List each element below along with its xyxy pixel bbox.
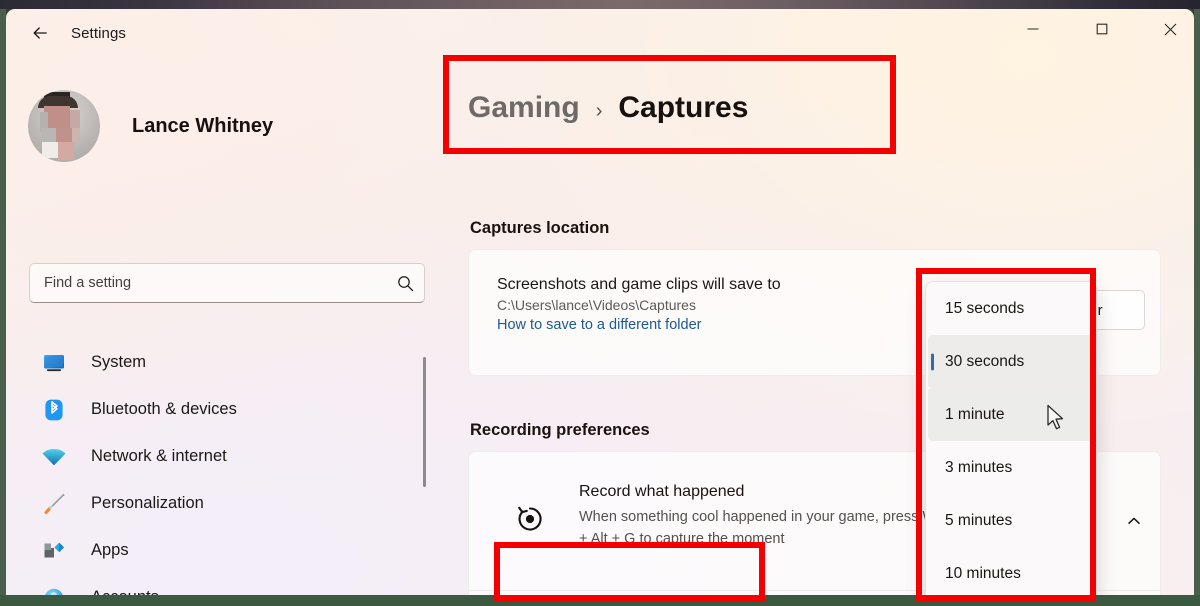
breadcrumb-parent-gaming[interactable]: Gaming xyxy=(468,91,580,125)
dropdown-option-label: 5 minutes xyxy=(945,511,1013,529)
sidebar: Lance Whitney Find a setting System Blue… xyxy=(6,57,430,595)
network-wifi-icon xyxy=(41,444,67,470)
sidebar-nav-list: System Bluetooth & devices Network & int… xyxy=(29,339,425,595)
close-button[interactable] xyxy=(1147,9,1194,49)
record-what-happened-title: Record what happened xyxy=(579,483,745,500)
sidebar-item-system[interactable]: System xyxy=(29,339,425,386)
breadcrumb-current-captures: Captures xyxy=(618,91,749,124)
bluetooth-icon xyxy=(41,397,67,423)
apps-icon xyxy=(41,538,67,564)
minimize-icon xyxy=(1026,28,1039,30)
chevron-up-icon xyxy=(1128,517,1140,524)
account-row[interactable]: Lance Whitney xyxy=(28,83,388,169)
duration-dropdown-list[interactable]: 15 seconds 30 seconds 1 minute 3 minutes… xyxy=(925,281,1097,595)
sidebar-item-label: Personalization xyxy=(91,494,204,512)
sidebar-item-label: System xyxy=(91,353,147,371)
sidebar-item-network-internet[interactable]: Network & internet xyxy=(29,433,425,480)
account-name: Lance Whitney xyxy=(132,114,274,137)
sidebar-item-personalization[interactable]: Personalization xyxy=(29,480,425,527)
sidebar-item-label: Apps xyxy=(91,541,129,559)
breadcrumb: Gaming › Captures xyxy=(468,91,748,125)
dropdown-option-1-minute[interactable]: 1 minute xyxy=(928,388,1094,441)
dropdown-option-label: 1 minute xyxy=(945,405,1005,423)
selection-indicator xyxy=(931,353,934,370)
avatar xyxy=(28,90,100,162)
captures-location-path: C:\Users\lance\Videos\Captures xyxy=(497,297,696,313)
close-icon xyxy=(1164,23,1177,35)
record-what-happened-expand-button[interactable] xyxy=(1117,504,1151,538)
minimize-button[interactable] xyxy=(1009,9,1056,49)
dropdown-option-15-seconds[interactable]: 15 seconds xyxy=(928,282,1094,335)
dropdown-option-label: 3 minutes xyxy=(945,458,1013,476)
maximize-button[interactable] xyxy=(1078,9,1125,49)
back-arrow-icon xyxy=(33,27,47,39)
settings-window: Settings Lance Whitney Find a setting Sy… xyxy=(6,9,1194,595)
search-icon xyxy=(397,275,413,291)
desktop-wallpaper-top xyxy=(0,0,1200,9)
search-input[interactable] xyxy=(30,275,386,291)
section-title-captures-location: Captures location xyxy=(470,219,610,237)
section-title-recording-preferences: Recording preferences xyxy=(470,421,650,439)
dropdown-option-label: 10 minutes xyxy=(945,564,1021,582)
sidebar-item-label: Network & internet xyxy=(91,447,227,465)
sidebar-item-apps[interactable]: Apps xyxy=(29,527,425,574)
title-bar: Settings xyxy=(6,9,1194,57)
dropdown-option-label: 15 seconds xyxy=(945,299,1025,317)
sidebar-item-label: Bluetooth & devices xyxy=(91,400,237,418)
paintbrush-icon xyxy=(41,491,67,517)
captures-location-text: Screenshots and game clips will save to … xyxy=(497,276,781,333)
desktop-wallpaper-bottom xyxy=(0,595,1200,606)
back-button[interactable] xyxy=(20,17,60,49)
sidebar-item-accounts[interactable]: Accounts xyxy=(29,574,425,595)
captures-location-link[interactable]: How to save to a different folder xyxy=(497,317,781,333)
dropdown-option-10-minutes[interactable]: 10 minutes xyxy=(928,547,1094,595)
dropdown-option-5-minutes[interactable]: 5 minutes xyxy=(928,494,1094,547)
dropdown-option-3-minutes[interactable]: 3 minutes xyxy=(928,441,1094,494)
accounts-icon xyxy=(41,585,67,595)
sidebar-item-bluetooth-devices[interactable]: Bluetooth & devices xyxy=(29,386,425,433)
desktop-wallpaper-right xyxy=(1194,9,1200,595)
search-button[interactable] xyxy=(386,264,424,302)
dropdown-option-label: 30 seconds xyxy=(945,352,1025,370)
maximize-icon xyxy=(1096,23,1107,35)
sidebar-item-label: Accounts xyxy=(91,588,159,595)
screen-root: Settings Lance Whitney Find a setting Sy… xyxy=(0,0,1200,606)
search-box[interactable] xyxy=(29,263,425,303)
captures-location-heading: Screenshots and game clips will save to xyxy=(497,276,781,293)
dropdown-option-30-seconds[interactable]: 30 seconds xyxy=(928,335,1094,388)
sidebar-scrollbar[interactable] xyxy=(423,357,426,487)
app-title: Settings xyxy=(71,24,126,42)
record-rewind-icon xyxy=(513,502,547,536)
system-icon xyxy=(41,350,67,376)
breadcrumb-separator-icon: › xyxy=(595,100,603,122)
